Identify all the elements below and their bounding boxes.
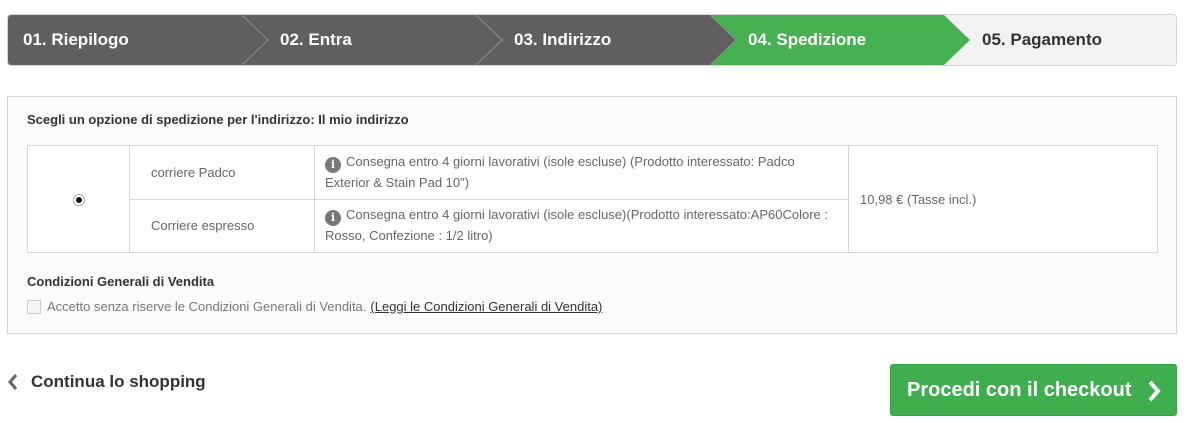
carrier-description: Consegna entro 4 giorni lavorativi (isol… bbox=[325, 153, 795, 190]
shipping-panel: Scegli un opzione di spedizione per l'in… bbox=[7, 96, 1177, 334]
step-riepilogo[interactable]: 01. Riepilogo bbox=[8, 15, 268, 65]
shipping-options-table: corriere Padco i Consegna entro 4 giorni … bbox=[27, 145, 1158, 253]
step-indirizzo[interactable]: 03. Indirizzo bbox=[476, 15, 736, 65]
carrier-description-cell: i Consegna entro 4 giorni lavorativi (iso… bbox=[314, 198, 849, 253]
carrier-description-cell: i Consegna entro 4 giorni lavorativi (iso… bbox=[314, 145, 849, 200]
terms-accept-label: Accetto senza riserve le Condizioni Gene… bbox=[47, 299, 367, 314]
step-label: 03. Indirizzo bbox=[514, 30, 612, 49]
chevron-right-icon bbox=[1148, 380, 1161, 402]
option-radio-cell[interactable] bbox=[27, 145, 130, 253]
step-label: 01. Riepilogo bbox=[23, 30, 129, 49]
checkout-button[interactable]: Procedi con il checkout bbox=[890, 364, 1177, 416]
terms-title: Condizioni Generali di Vendita bbox=[27, 274, 215, 289]
checkout-label: Procedi con il checkout bbox=[907, 378, 1132, 401]
info-icon: i bbox=[325, 210, 341, 227]
carrier-description: Consegna entro 4 giorni lavorativi (isol… bbox=[325, 207, 828, 244]
step-label: 05. Pagamento bbox=[982, 30, 1102, 49]
terms-checkbox[interactable] bbox=[27, 299, 41, 314]
carrier-name: Corriere espresso bbox=[129, 198, 315, 253]
step-pagamento[interactable]: 05. Pagamento bbox=[944, 15, 1176, 65]
continue-shopping-link[interactable]: Continua lo shopping bbox=[7, 372, 206, 392]
carrier-name: corriere Padco bbox=[129, 145, 315, 200]
step-entra[interactable]: 02. Entra bbox=[242, 15, 502, 65]
terms-link[interactable]: (Leggi le Condizioni Generali di Vendita… bbox=[370, 299, 602, 314]
chevron-left-icon bbox=[8, 374, 18, 390]
shipping-title: Scegli un opzione di spedizione per l'in… bbox=[27, 112, 409, 127]
info-icon: i bbox=[325, 156, 341, 173]
continue-shopping-label: Continua lo shopping bbox=[31, 372, 206, 391]
step-label: 04. Spedizione bbox=[748, 30, 867, 49]
shipping-option-radio[interactable] bbox=[72, 194, 85, 207]
step-spedizione[interactable]: 04. Spedizione bbox=[710, 15, 970, 65]
checkout-steps: 01. Riepilogo 02. Entra 03. Indirizzo 04… bbox=[7, 14, 1177, 66]
table-row: corriere Padco i Consegna entro 4 giorni … bbox=[27, 145, 1158, 253]
shipping-price: 10,98 € (Tasse incl.) bbox=[848, 145, 1158, 253]
step-label: 02. Entra bbox=[280, 30, 352, 49]
terms-row: Accetto senza riserve le Condizioni Gene… bbox=[27, 299, 602, 314]
